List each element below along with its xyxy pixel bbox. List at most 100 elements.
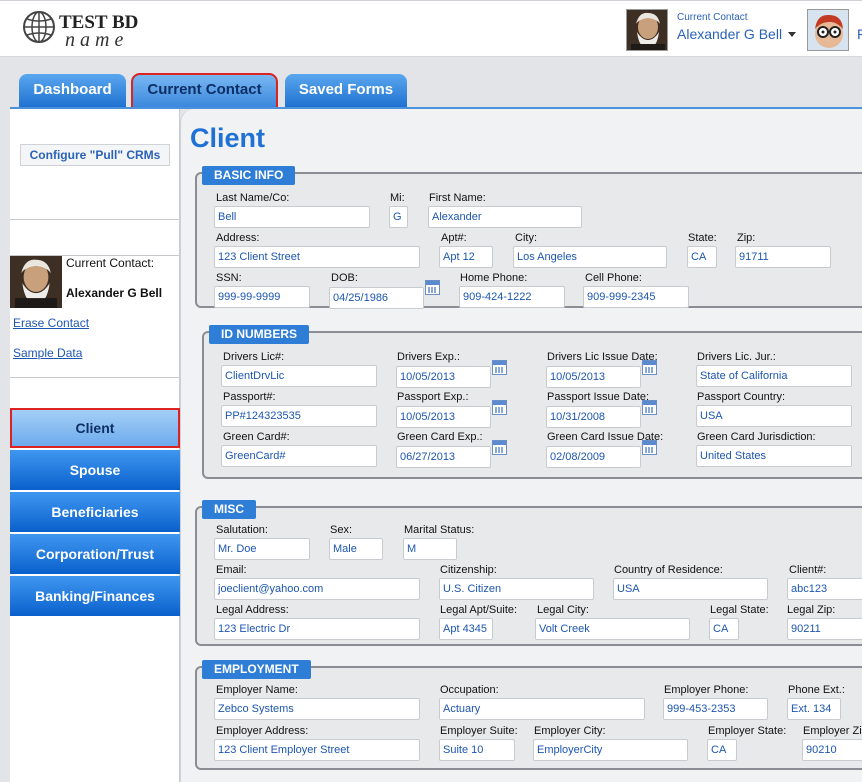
state-field[interactable]: CA [687,246,717,268]
drivers-jur-field[interactable]: State of California [696,365,852,387]
user-name-cut[interactable]: F [857,26,862,42]
legal-city-field[interactable]: Volt Creek [535,618,690,640]
legal-state-field[interactable]: CA [709,618,739,640]
cell-phone-field[interactable]: 909-999-2345 [583,286,689,308]
drivers-exp-field[interactable]: 10/05/2013 [396,366,491,388]
green-card-field[interactable]: GreenCard# [221,445,377,467]
ssn-field[interactable]: 999-99-9999 [214,286,310,308]
drivers-lic-field[interactable]: ClientDrvLic [221,365,377,387]
legal-state-label: Legal State: [710,604,769,616]
apt-label: Apt#: [441,232,467,244]
user-avatar[interactable] [807,9,849,51]
green-card-jur-label: Green Card Jurisdiction: [697,431,816,443]
green-card-label: Green Card#: [223,431,290,443]
green-card-issue-field[interactable]: 02/08/2009 [546,446,641,468]
employer-state-field[interactable]: CA [707,739,737,761]
calendar-icon[interactable] [492,400,507,415]
dob-field[interactable]: 04/25/1986 [329,287,424,309]
legal-apt-label: Legal Apt/Suite: [440,604,518,616]
phone-ext-field[interactable]: Ext. 134 [787,698,841,720]
chevron-down-icon[interactable] [788,32,796,37]
misc-section: MISC Salutation: Mr. Doe Sex: Male Marit… [195,500,862,646]
employer-name-label: Employer Name: [216,684,298,696]
country-label: Country of Residence: [614,564,723,576]
address-field[interactable]: 123 Client Street [214,246,420,268]
legal-address-field[interactable]: 123 Electric Dr [214,618,420,640]
divider [10,219,179,220]
employment-section: EMPLOYMENT Employer Name: Zebco Systems … [195,660,862,770]
calendar-icon[interactable] [425,280,440,295]
employer-phone-field[interactable]: 999-453-2353 [663,698,768,720]
tab-current-contact[interactable]: Current Contact [131,73,278,109]
drivers-issue-field[interactable]: 10/05/2013 [546,366,641,388]
client-number-label: Client#: [789,564,827,576]
occupation-label: Occupation: [440,684,499,696]
id-numbers-section: ID NUMBERS Drivers Lic#: ClientDrvLic Dr… [202,325,862,479]
first-name-field[interactable]: Alexander [428,206,582,228]
section-title: BASIC INFO [202,166,296,185]
legal-address-label: Legal Address: [216,604,289,616]
zip-field[interactable]: 91711 [735,246,831,268]
email-field[interactable]: joeclient@yahoo.com [214,578,420,600]
passport-issue-field[interactable]: 10/31/2008 [546,406,641,428]
sex-field[interactable]: Male [329,538,383,560]
legal-city-label: Legal City: [537,604,589,616]
tab-saved-forms[interactable]: Saved Forms [285,74,407,108]
phone-ext-label: Phone Ext.: [788,684,845,696]
sidebar: Configure "Pull" CRMs Current Contact: A… [10,109,180,782]
legal-apt-field[interactable]: Apt 4345 [439,618,493,640]
city-field[interactable]: Los Angeles [513,246,667,268]
nav-spouse[interactable]: Spouse [10,450,180,490]
sidebar-contact-avatar [10,256,62,308]
mi-field[interactable]: G [389,206,408,228]
nav-client[interactable]: Client [10,408,180,448]
calendar-icon[interactable] [642,440,657,455]
green-card-exp-field[interactable]: 06/27/2013 [396,446,491,468]
calendar-icon[interactable] [492,360,507,375]
current-contact-name[interactable]: Alexander G Bell [677,26,782,42]
passport-field[interactable]: PP#124323535 [221,405,377,427]
occupation-field[interactable]: Actuary [439,698,645,720]
divider [10,377,179,378]
nav-corporation-trust[interactable]: Corporation/Trust [10,534,180,574]
contact-avatar[interactable] [626,9,668,51]
email-label: Email: [216,564,247,576]
green-card-jur-field[interactable]: United States [696,445,852,467]
passport-issue-label: Passport Issue Date: [547,391,650,403]
last-name-field[interactable]: Bell [214,206,370,228]
top-bar: TEST BD name Current Contact Alexander G… [0,0,862,57]
nav-banking-finances[interactable]: Banking/Finances [10,576,180,616]
calendar-icon[interactable] [492,440,507,455]
calendar-icon[interactable] [642,400,657,415]
erase-contact-link[interactable]: Erase Contact [13,316,89,330]
employer-zip-label: Employer Zip: [803,725,862,737]
passport-exp-field[interactable]: 10/05/2013 [396,406,491,428]
salutation-field[interactable]: Mr. Doe [214,538,310,560]
first-name-label: First Name: [429,192,486,204]
tab-dashboard[interactable]: Dashboard [19,74,126,108]
marital-status-field[interactable]: M [403,538,457,560]
citizenship-field[interactable]: U.S. Citizen [439,578,594,600]
apt-field[interactable]: Apt 12 [439,246,493,268]
client-number-field[interactable]: abc123 [787,578,862,600]
nav-beneficiaries[interactable]: Beneficiaries [10,492,180,532]
portrait-icon [627,10,667,50]
employer-zip-field[interactable]: 90210 [802,739,862,761]
employer-suite-field[interactable]: Suite 10 [439,739,515,761]
passport-country-field[interactable]: USA [696,405,852,427]
employer-name-field[interactable]: Zebco Systems [214,698,420,720]
employer-city-field[interactable]: EmployerCity [533,739,688,761]
calendar-icon[interactable] [642,360,657,375]
home-phone-field[interactable]: 909-424-1222 [459,286,565,308]
configure-pull-crms-button[interactable]: Configure "Pull" CRMs [20,144,170,166]
cell-phone-label: Cell Phone: [585,272,642,284]
sample-data-link[interactable]: Sample Data [13,346,82,360]
employer-phone-label: Employer Phone: [664,684,749,696]
legal-zip-field[interactable]: 90211 [787,618,862,640]
country-field[interactable]: USA [613,578,768,600]
last-name-label: Last Name/Co: [216,192,290,204]
passport-exp-label: Passport Exp.: [397,391,469,403]
address-label: Address: [216,232,260,244]
employer-state-label: Employer State: [708,725,787,737]
employer-address-field[interactable]: 123 Client Employer Street [214,739,420,761]
